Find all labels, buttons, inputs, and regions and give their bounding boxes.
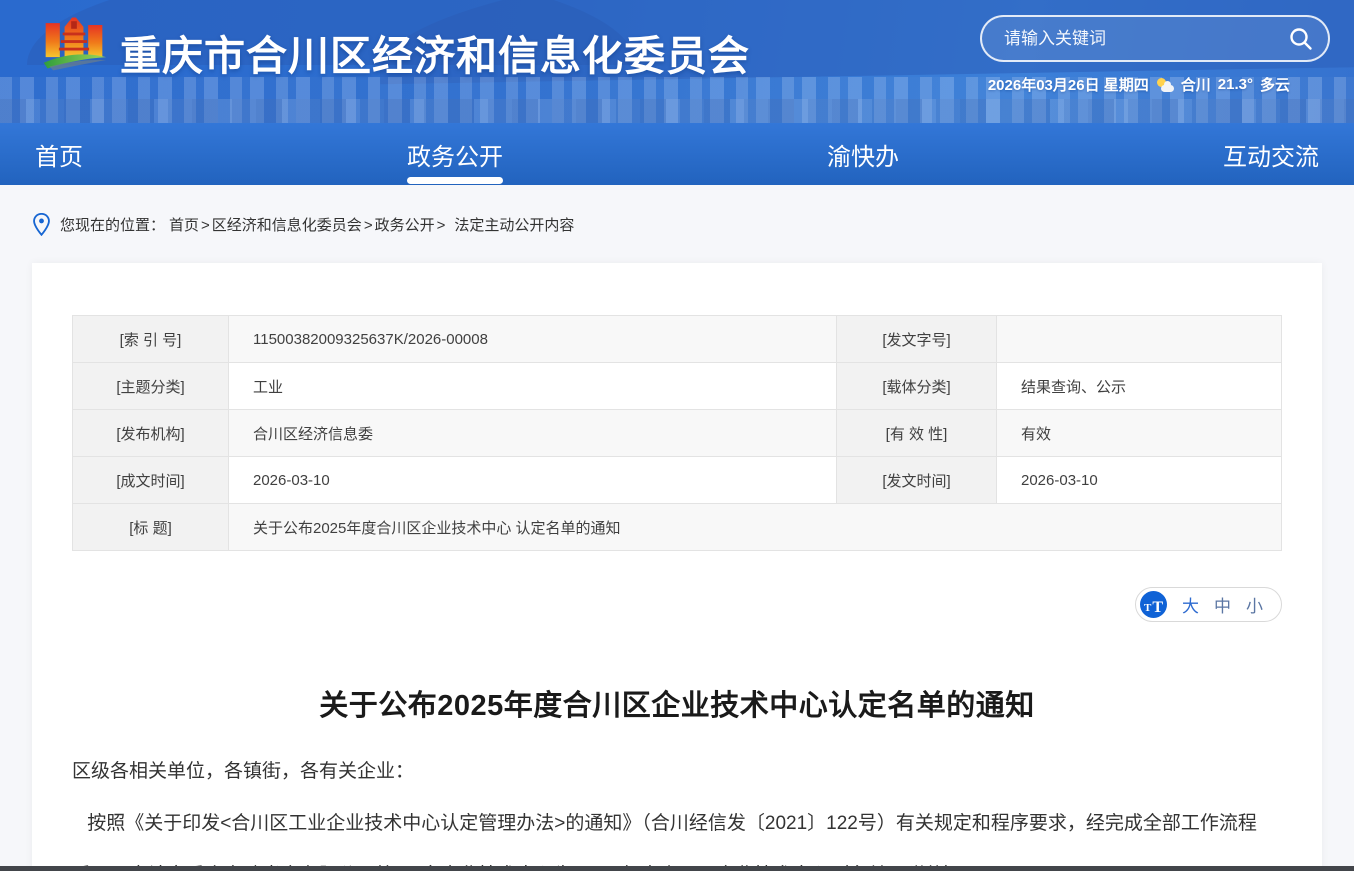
weather-temp: 21.3° [1218, 76, 1253, 93]
meta-label: [索 引 号] [73, 316, 229, 363]
font-size-option-小[interactable]: 小 [1246, 592, 1263, 617]
meta-label: [发文时间] [837, 457, 997, 504]
breadcrumb-separator: > [437, 217, 446, 234]
footer-edge-bar [0, 866, 1354, 871]
article-toolbar: TT 大中小 [72, 587, 1282, 622]
meta-row-2: [主题分类]工业[载体分类]结果查询、公示 [73, 363, 1282, 410]
location-pin-icon [33, 213, 50, 236]
meta-label: [发文字号] [837, 316, 997, 363]
font-size-icon[interactable]: TT [1140, 591, 1167, 618]
site-logo-icon [40, 8, 108, 76]
article-paragraph: 按照《关于印发<合川区工业企业技术中心认定管理办法>的通知》（合川经信发〔202… [72, 798, 1282, 871]
breadcrumb-separator: > [364, 217, 373, 234]
breadcrumb-separator: > [201, 217, 210, 234]
meta-value: 2026-03-10 [997, 457, 1282, 504]
meta-label: [发布机构] [73, 410, 229, 457]
meta-row-4: [成文时间]2026-03-10[发文时间]2026-03-10 [73, 457, 1282, 504]
meta-value [997, 316, 1282, 363]
date-text: 2026年03月26日 星期四 [988, 74, 1149, 95]
article-paragraph: 区级各相关单位，各镇街，各有关企业： [72, 746, 1282, 798]
meta-value: 关于公布2025年度合川区企业技术中心 认定名单的通知 [229, 504, 1282, 551]
font-size-option-中[interactable]: 中 [1214, 592, 1231, 617]
meta-value: 2026-03-10 [229, 457, 837, 504]
font-size-options: 大中小 [1182, 592, 1263, 617]
breadcrumb-link-4[interactable]: 法定主动公开内容 [454, 217, 574, 234]
breadcrumb-link-1[interactable]: 首页 [169, 217, 199, 234]
meta-table-body: [索 引 号]11500382009325637K/2026-00008[发文字… [73, 316, 1282, 551]
nav-item-2[interactable]: 政务公开 [407, 123, 503, 185]
breadcrumb-link-2[interactable]: 区经济和信息化委员会 [212, 217, 362, 234]
meta-value: 工业 [229, 363, 837, 410]
nav-item-3[interactable]: 渝快办 [827, 123, 899, 185]
meta-row-5: [标 题]关于公布2025年度合川区企业技术中心 认定名单的通知 [73, 504, 1282, 551]
content-card: [索 引 号]11500382009325637K/2026-00008[发文字… [32, 263, 1322, 871]
font-size-widget: TT 大中小 [1135, 587, 1282, 622]
meta-label: [成文时间] [73, 457, 229, 504]
meta-label: [有 效 性] [837, 410, 997, 457]
font-size-option-大[interactable]: 大 [1182, 592, 1199, 617]
meta-label: [载体分类] [837, 363, 997, 410]
breadcrumb-link-3[interactable]: 政务公开 [375, 217, 435, 234]
search-icon[interactable] [1288, 26, 1314, 52]
nav-item-4[interactable]: 互动交流 [1223, 123, 1319, 185]
weather-desc: 多云 [1260, 74, 1290, 95]
meta-value: 11500382009325637K/2026-00008 [229, 316, 837, 363]
meta-label: [标 题] [73, 504, 229, 551]
weather-city: 合川 [1181, 74, 1211, 95]
article-body: 区级各相关单位，各镇街，各有关企业：按照《关于印发<合川区工业企业技术中心认定管… [72, 746, 1282, 871]
weather-icon [1156, 78, 1174, 92]
site-title: 重庆市合川区经济和信息化委员会 [120, 22, 750, 82]
search-input[interactable] [1004, 29, 1288, 49]
search-box[interactable] [980, 15, 1330, 62]
meta-row-1: [索 引 号]11500382009325637K/2026-00008[发文字… [73, 316, 1282, 363]
breadcrumb: 您现在的位置： 首页>区经济和信息化委员会>政务公开>法定主动公开内容 [0, 185, 1354, 263]
meta-row-3: [发布机构]合川区经济信息委[有 效 性]有效 [73, 410, 1282, 457]
breadcrumb-prefix: 您现在的位置： [60, 214, 165, 235]
meta-value: 结果查询、公示 [997, 363, 1282, 410]
site-banner: 重庆市合川区经济和信息化委员会 2026年03月26日 星期四 合川 21.3°… [0, 0, 1354, 123]
meta-table: [索 引 号]11500382009325637K/2026-00008[发文字… [72, 315, 1282, 551]
nav-item-1[interactable]: 首页 [35, 123, 83, 185]
meta-label: [主题分类] [73, 363, 229, 410]
meta-value: 有效 [997, 410, 1282, 457]
main-nav: 首页 政务公开 渝快办 互动交流 [0, 123, 1354, 185]
date-weather-line: 2026年03月26日 星期四 合川 21.3° 多云 [988, 74, 1290, 95]
meta-value: 合川区经济信息委 [229, 410, 837, 457]
article-title: 关于公布2025年度合川区企业技术中心认定名单的通知 [72, 682, 1282, 724]
breadcrumb-path: 首页>区经济和信息化委员会>政务公开>法定主动公开内容 [169, 214, 574, 235]
banner-skyline-decor [0, 99, 1354, 123]
